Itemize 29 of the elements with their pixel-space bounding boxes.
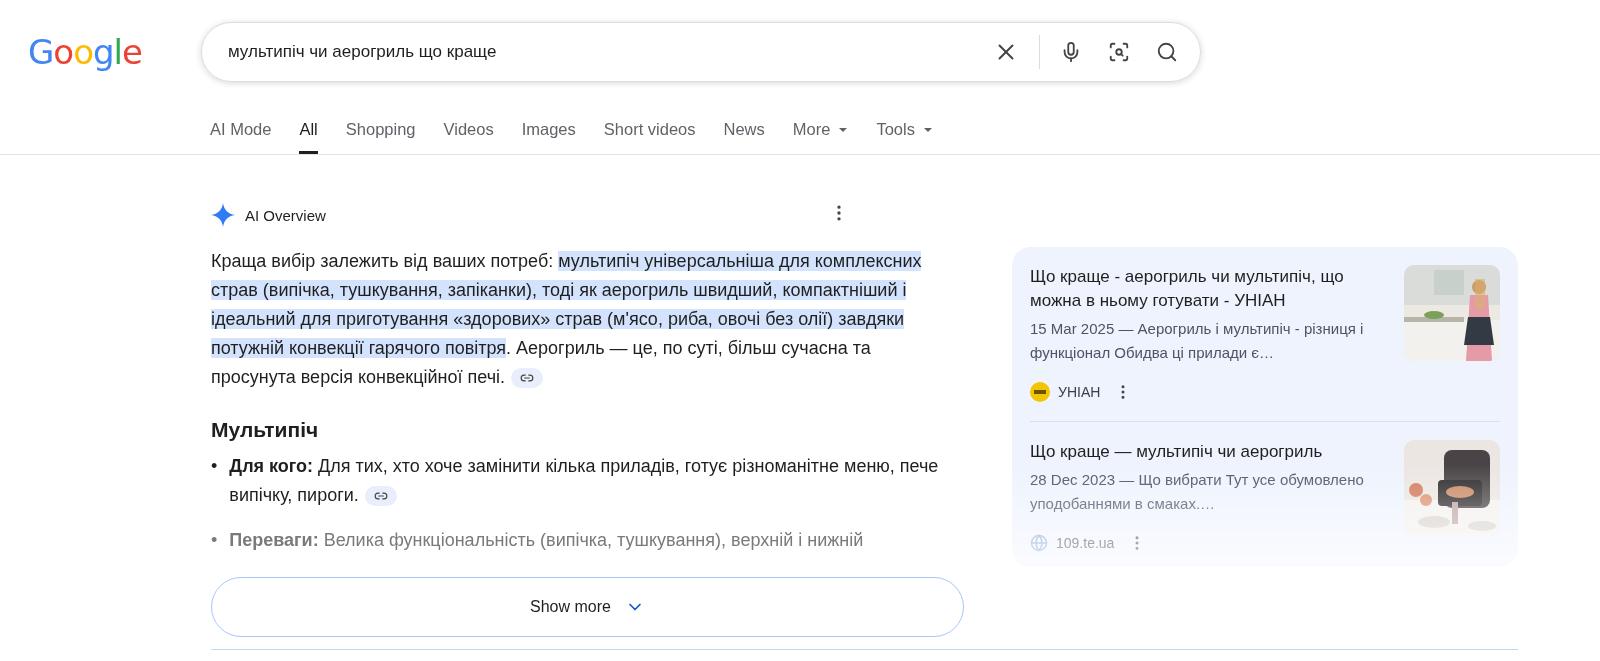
bullet-marker: •	[211, 455, 218, 478]
source-name[interactable]: УНІАН	[1058, 384, 1101, 400]
tab[interactable]: Images	[521, 112, 576, 154]
show-more-button[interactable]: Show more	[211, 577, 964, 637]
source-snippet: 28 Dec 2023 — Що вибрати Тут усе обумовлено уподобаннями в смаках.…	[1030, 470, 1365, 514]
globe-icon	[1030, 534, 1048, 552]
link-icon[interactable]	[364, 486, 397, 507]
search-input[interactable]: мультипіч чи аерогриль що краще	[225, 41, 973, 63]
sparkle-icon	[211, 203, 235, 227]
source-snippet: 15 Mar 2025 — Аерогриль і мультипіч - різниця і функціонал Обидва ці прилади є…	[1030, 319, 1365, 363]
tab[interactable]: Short videos	[603, 112, 696, 154]
source-title[interactable]: Що краще — мультипіч чи аерогриль	[1030, 440, 1384, 464]
source-title[interactable]: Що краще - аерогриль чи мультипіч, що можна в ньому готувати - УНІАН	[1030, 265, 1384, 313]
tab[interactable]: Tools	[876, 112, 933, 154]
section-heading: Мультипіч	[211, 418, 320, 442]
tab[interactable]: Videos	[443, 112, 494, 154]
site-badge-icon	[1030, 382, 1050, 402]
bullet-text: Для кого: Для тих, хто хоче замінити кілька приладів, готує різноманітне меню, пече випічку, пироги.	[229, 455, 940, 509]
tab[interactable]: All	[299, 112, 318, 154]
link-icon[interactable]	[511, 368, 544, 389]
section-title: AI Overview	[245, 206, 326, 224]
bullet-marker: •	[211, 529, 218, 552]
tab[interactable]: More	[792, 112, 849, 154]
google-logo[interactable]: Google	[28, 30, 142, 74]
tab[interactable]: AI Mode	[210, 112, 272, 154]
bullet-text: Переваги: Велика функціональність (випічка, тушкування), верхній і нижній	[229, 529, 864, 552]
tab[interactable]: Shopping	[345, 112, 416, 154]
tab[interactable]: News	[723, 112, 765, 154]
overview-paragraph: Краща вибір залежить від ваших потреб: мультипіч універсальніша для комплексних страв (випічка, тушкування, запіканки), тоді як аерогриль швидший, компактніший і ідеальний для приготування «здорових» страв (м'ясо, риба, овочі без олії) завдяки потужній конвекції гарячого повітря. Аерогриль — це, по суті, більш сучасна та просунута версія конвекційної печі.	[211, 250, 923, 391]
